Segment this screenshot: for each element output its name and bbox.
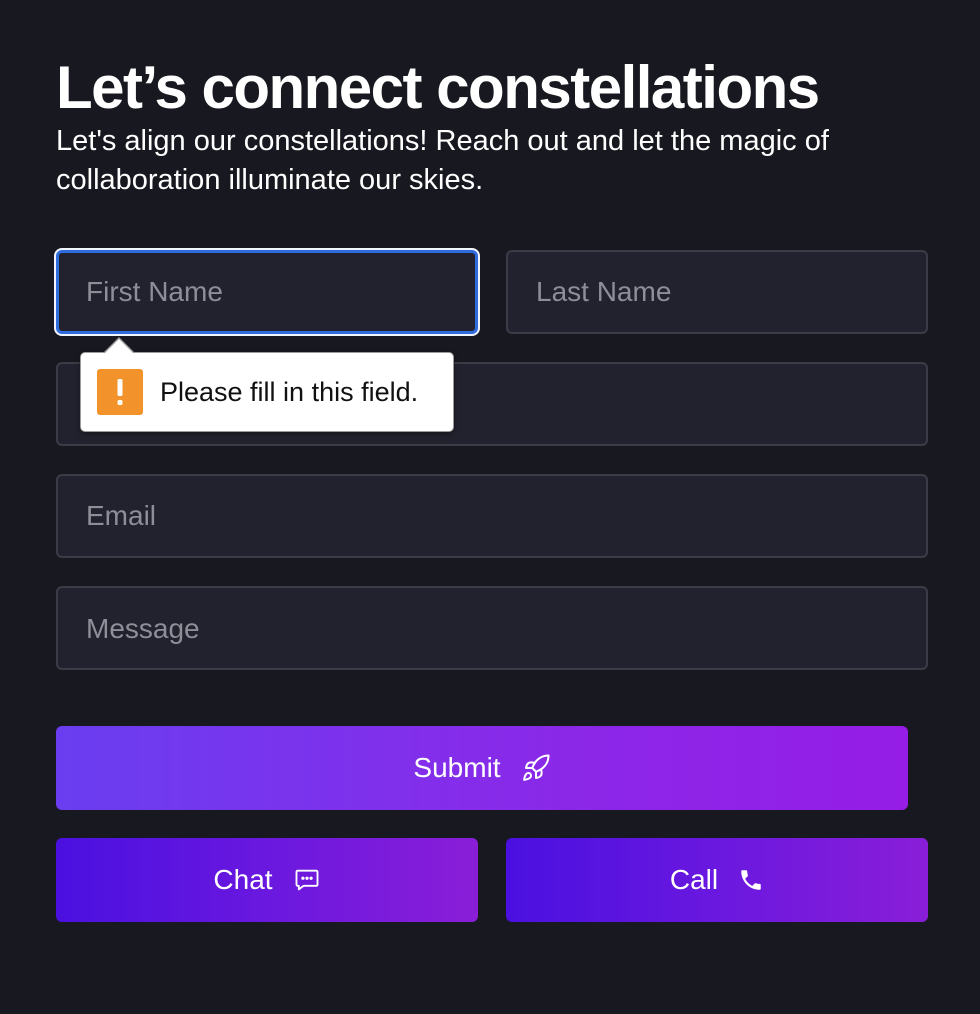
chat-button-label: Chat xyxy=(213,864,273,895)
message-input[interactable] xyxy=(56,586,928,670)
email-input[interactable] xyxy=(56,474,928,558)
page-title: Let’s connect constellations xyxy=(56,54,820,121)
submit-button[interactable]: Submit xyxy=(56,726,908,810)
validation-tooltip: Please fill in this field. xyxy=(80,337,454,432)
rocket-icon xyxy=(521,753,551,783)
page-subtitle: Let's align our constellations! Reach ou… xyxy=(56,125,829,196)
warning-icon xyxy=(97,369,143,415)
chat-bubble-icon xyxy=(293,866,321,894)
call-button[interactable]: Call xyxy=(506,838,928,922)
chat-button[interactable]: Chat xyxy=(56,838,478,922)
tooltip-arrow-fill xyxy=(104,339,134,354)
call-button-label: Call xyxy=(669,864,719,895)
phone-icon xyxy=(738,867,764,893)
last-name-input[interactable] xyxy=(506,250,928,334)
submit-button-label: Submit xyxy=(413,752,501,783)
first-name-input[interactable] xyxy=(56,250,478,334)
validation-message: Please fill in this field. xyxy=(160,376,419,407)
